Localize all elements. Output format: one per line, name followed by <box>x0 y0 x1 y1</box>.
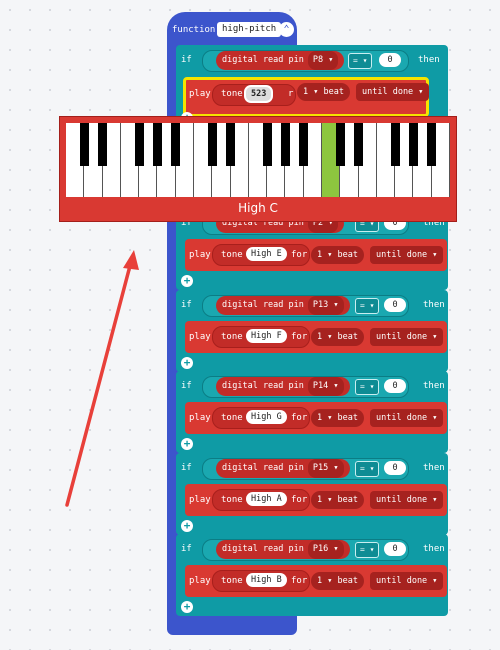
annotation-arrow <box>65 250 139 507</box>
